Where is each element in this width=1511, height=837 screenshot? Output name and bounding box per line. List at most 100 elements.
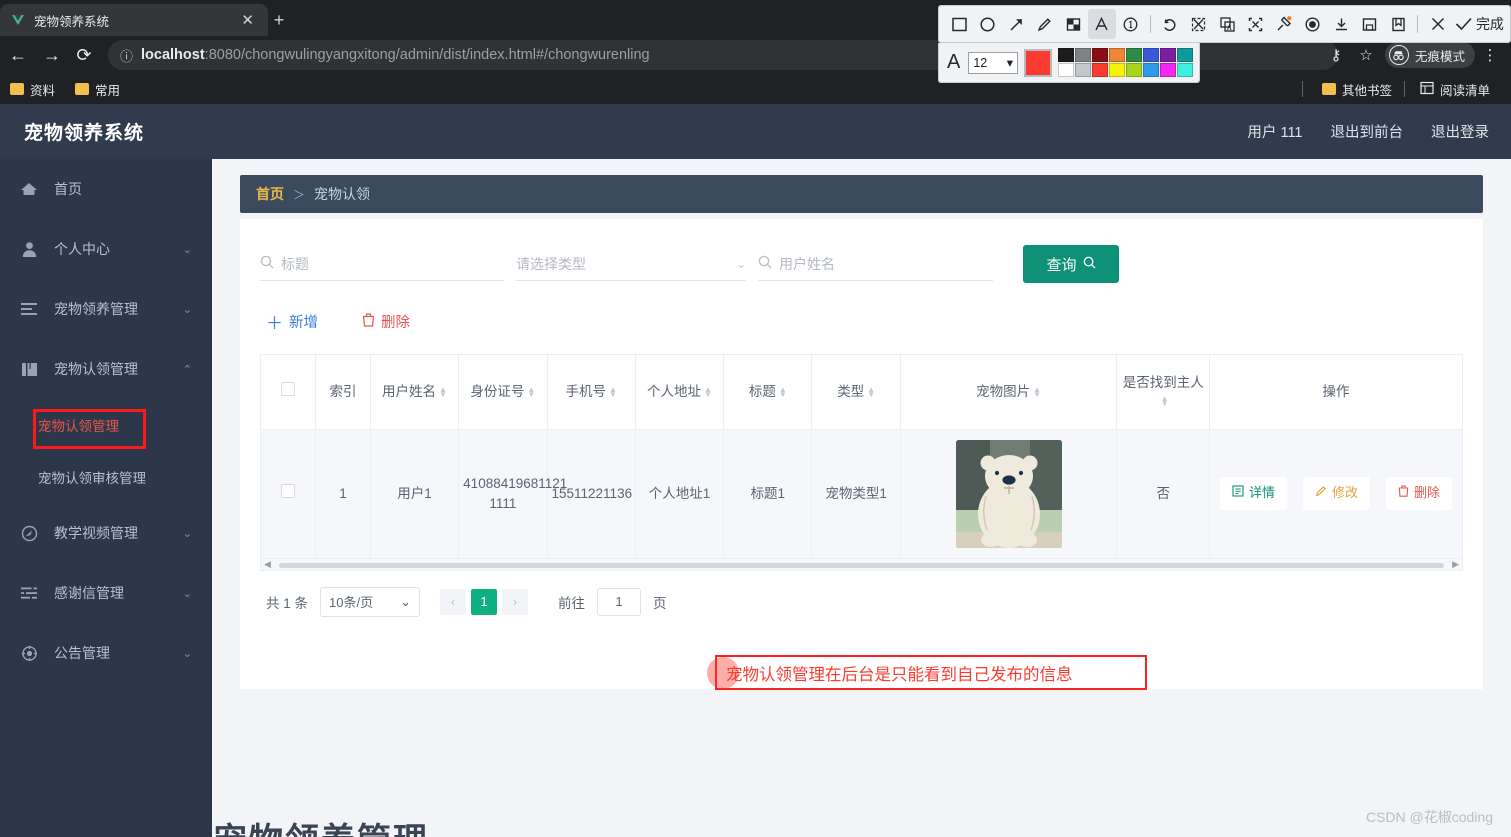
home-icon xyxy=(18,181,40,197)
edit-button[interactable]: 修改 xyxy=(1302,477,1370,510)
pencil-tool-icon[interactable] xyxy=(1031,9,1060,39)
pin-tool-icon[interactable] xyxy=(1270,9,1299,39)
col-title[interactable]: 标题 ▲ ▼ xyxy=(723,355,813,430)
user-name-search-input[interactable]: 用户姓名 xyxy=(758,247,993,281)
prev-page-button[interactable]: ‹ xyxy=(440,588,467,615)
cut-tool-icon[interactable] xyxy=(1184,9,1213,39)
col-type[interactable]: 类型 ▲ ▼ xyxy=(811,355,901,430)
sort-icon[interactable]: ▲ ▼ xyxy=(609,386,617,399)
reading-list-button[interactable]: 阅读清单 xyxy=(1420,78,1490,100)
site-info-icon[interactable]: ⓘ xyxy=(120,46,133,65)
next-page-button[interactable]: › xyxy=(502,588,529,615)
sidebar-item-announcement-management[interactable]: 公告管理 ⌄ xyxy=(0,623,212,683)
row-delete-label: 删除 xyxy=(1414,485,1441,501)
horizontal-scrollbar[interactable]: ◀ ▶ xyxy=(261,557,1462,570)
incognito-badge[interactable]: 无痕模式 xyxy=(1384,42,1475,68)
sort-icon[interactable]: ▲ ▼ xyxy=(867,386,875,399)
bookmark-star-icon[interactable]: ☆ xyxy=(1351,40,1381,70)
rectangle-tool-icon[interactable] xyxy=(945,9,974,39)
logout-link[interactable]: 退出登录 xyxy=(1431,121,1489,142)
annotation-toolbar[interactable]: 完成 xyxy=(938,5,1511,43)
scroll-left-arrow[interactable]: ◀ xyxy=(264,559,271,570)
forward-icon[interactable]: → xyxy=(38,41,66,69)
sidebar-subitem-claim-audit-management[interactable]: 宠物认领审核管理 xyxy=(0,451,212,503)
undo-tool-icon[interactable] xyxy=(1156,9,1185,39)
sort-icon[interactable]: ▲ ▼ xyxy=(1033,386,1041,399)
tab-title: 宠物领养系统 xyxy=(34,14,110,29)
tab-close-icon[interactable]: ✕ xyxy=(237,11,258,30)
extract-tool-icon[interactable] xyxy=(1241,9,1270,39)
mosaic-tool-icon[interactable] xyxy=(1059,9,1088,39)
collect-tool-icon[interactable] xyxy=(1384,9,1413,39)
color-palette[interactable] xyxy=(1058,48,1193,77)
download-tool-icon[interactable] xyxy=(1327,9,1356,39)
new-tab-button[interactable]: + xyxy=(265,7,293,33)
bookmark-item-1[interactable]: 常用 xyxy=(75,78,120,100)
browser-tab[interactable]: 宠物领养系统 ✕ xyxy=(0,4,268,36)
page-size-select[interactable]: 10条/页 ⌄ xyxy=(320,586,421,617)
sort-icon[interactable]: ▲ ▼ xyxy=(779,386,787,399)
col-id-card[interactable]: 身份证号 ▲ ▼ xyxy=(458,355,548,430)
sidebar-item-personal-center[interactable]: 个人中心 ⌄ xyxy=(0,219,212,279)
col-user-name[interactable]: 用户姓名 ▲ ▼ xyxy=(370,355,460,430)
row-checkbox[interactable] xyxy=(281,483,296,498)
sidebar-item-adoption-management[interactable]: 宠物领养管理 ⌄ xyxy=(0,279,212,339)
sort-icon[interactable]: ▲ ▼ xyxy=(1161,395,1169,408)
font-size-select[interactable]: 12 ▾ xyxy=(968,51,1018,74)
sidebar-item-home[interactable]: 首页 xyxy=(0,159,212,219)
arrow-tool-icon[interactable] xyxy=(1002,9,1031,39)
select-all-checkbox[interactable] xyxy=(281,382,296,397)
pet-photo[interactable] xyxy=(955,439,1062,548)
sort-icon[interactable]: ▲ ▼ xyxy=(527,386,535,399)
sidebar-label: 宠物领养管理 xyxy=(54,301,138,317)
sidebar-item-thankyou-letter-management[interactable]: 感谢信管理 ⌄ xyxy=(0,563,212,623)
sort-icon[interactable]: ▲ ▼ xyxy=(704,386,712,399)
detail-icon xyxy=(1232,484,1244,503)
page-number-1[interactable]: 1 xyxy=(471,588,498,615)
back-icon[interactable]: ← xyxy=(4,41,32,69)
sidebar-item-teaching-video-management[interactable]: 教学视频管理 ⌄ xyxy=(0,503,212,563)
save-tool-icon[interactable] xyxy=(1355,9,1384,39)
scrollbar-thumb[interactable] xyxy=(279,562,1444,568)
record-tool-icon[interactable] xyxy=(1298,9,1327,39)
title-search-input[interactable]: 标题 xyxy=(260,247,504,281)
search-button[interactable]: 查询 xyxy=(1023,245,1119,283)
ellipse-tool-icon[interactable] xyxy=(974,9,1003,39)
confirm-done-button[interactable]: 完成 xyxy=(1452,14,1504,34)
col-address[interactable]: 个人地址 ▲ ▼ xyxy=(635,355,725,430)
scroll-right-arrow[interactable]: ▶ xyxy=(1452,559,1459,570)
sort-icon[interactable]: ▲ ▼ xyxy=(439,386,447,399)
other-bookmarks-button[interactable]: 其他书签 xyxy=(1322,78,1392,100)
col-label: 个人地址 xyxy=(647,383,702,399)
col-phone[interactable]: 手机号 ▲ ▼ xyxy=(547,355,636,430)
data-table: 索引 用户姓名 ▲ ▼ 身份证号 ▲ ▼ 手机号 ▲ ▼ 个人地址 ▲ ▼ 标题 ▲ ▼ 类型 ▲ ▼ … xyxy=(260,354,1463,571)
current-color-swatch[interactable] xyxy=(1024,48,1052,77)
annotation-style-bar[interactable]: A 12 ▾ xyxy=(938,43,1200,83)
cell-pet-image xyxy=(900,429,1118,558)
sidebar-label: 个人中心 xyxy=(54,241,110,257)
cancel-annotation-icon[interactable] xyxy=(1423,9,1452,39)
cell-type: 宠物类型1 xyxy=(811,429,901,558)
breadcrumb-separator: ＞ xyxy=(293,187,306,202)
sidebar-item-claim-management[interactable]: 宠物认领管理 ⌃ xyxy=(0,339,212,399)
batch-delete-button[interactable]: 删除 xyxy=(362,311,410,332)
bookmark-label: 资料 xyxy=(30,83,56,98)
search-button-label: 查询 xyxy=(1046,256,1077,274)
other-bookmarks-label: 其他书签 xyxy=(1342,83,1393,98)
col-found-owner[interactable]: 是否找到主人 ▲ ▼ xyxy=(1116,355,1210,430)
number-marker-tool-icon[interactable] xyxy=(1116,9,1145,39)
col-pet-image[interactable]: 宠物图片 ▲ ▼ xyxy=(900,355,1118,430)
ocr-tool-icon[interactable] xyxy=(1213,9,1242,39)
add-button[interactable]: ＋ 新增 xyxy=(266,309,318,334)
type-select[interactable]: 请选择类型 ⌄ xyxy=(516,247,746,281)
bookmark-item-0[interactable]: 资料 xyxy=(10,78,55,100)
exit-to-frontend-link[interactable]: 退出到前台 xyxy=(1331,121,1404,142)
reload-icon[interactable]: ⟳ xyxy=(70,41,98,69)
breadcrumb-home[interactable]: 首页 xyxy=(256,184,284,204)
row-delete-button[interactable]: 删除 xyxy=(1386,477,1453,510)
goto-page-input[interactable]: 1 xyxy=(597,587,642,616)
password-key-icon[interactable]: ⚷ xyxy=(1321,40,1351,70)
browser-menu-icon[interactable]: ⋮ xyxy=(1475,40,1505,70)
detail-button[interactable]: 详情 xyxy=(1219,477,1287,510)
text-tool-icon[interactable] xyxy=(1087,9,1117,39)
